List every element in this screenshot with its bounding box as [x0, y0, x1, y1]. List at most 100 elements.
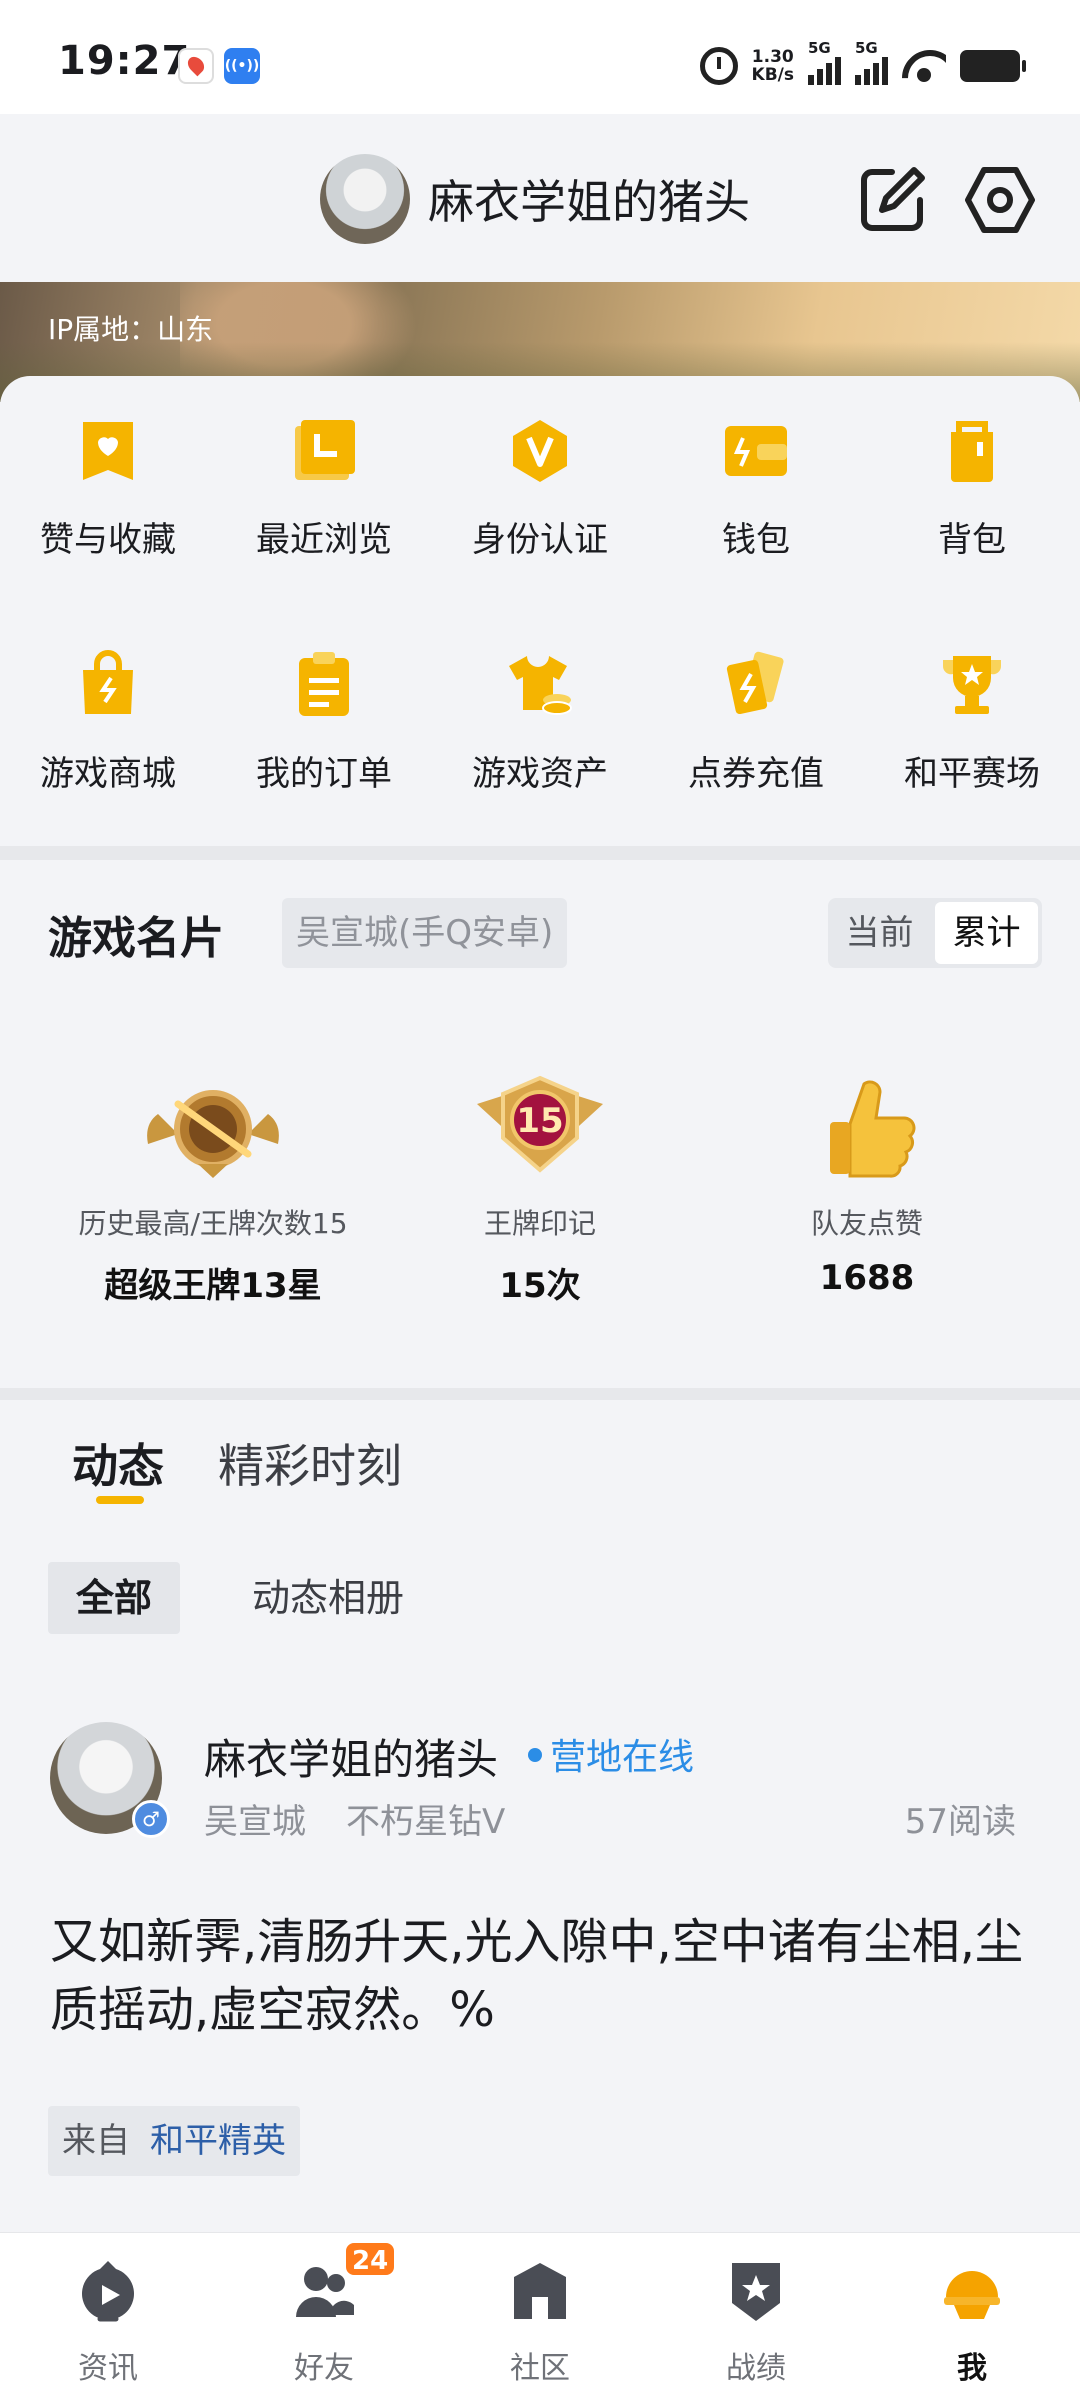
ace-mark-badge-icon: 15 [477, 1075, 603, 1173]
online-status: 营地在线 [550, 1737, 695, 1778]
menu-item-coupon[interactable]: 点券充值 [648, 650, 864, 820]
asset-shirt-icon [509, 656, 572, 715]
menu-label: 点券充值 [688, 754, 824, 794]
status-bar: 19:27 ((•)) 1.30 KB/s 5G 5G [0, 0, 1080, 114]
like-collect-icon [83, 422, 133, 480]
tab-dynamic[interactable]: 动态 [72, 1430, 164, 1496]
stat-value: 超级王牌13星 [104, 1266, 322, 1306]
menu-label: 赞与收藏 [40, 520, 176, 560]
menu-item-arena[interactable]: 和平赛场 [864, 650, 1080, 820]
post-source[interactable]: 来自 和平精英 [48, 2106, 300, 2176]
active-tab-indicator [96, 1496, 144, 1504]
ace-rank-badge-icon [147, 1090, 279, 1178]
stat-label: 王牌印记 [483, 1207, 596, 1240]
me-helmet-icon [944, 2271, 1000, 2319]
nav-item-news[interactable]: 资讯 [0, 2233, 216, 2400]
menu-label: 最近浏览 [256, 520, 392, 560]
filter-all[interactable]: 全部 [48, 1562, 180, 1634]
menu-item-wallet[interactable]: 钱包 [648, 416, 864, 586]
signal-icon: 5G [808, 39, 841, 85]
stat-value: 1688 [819, 1258, 915, 1298]
alarm-icon [699, 47, 738, 85]
bottom-navigation: 资讯 24 好友 社区 战绩 我 [0, 2232, 1080, 2400]
filter-album[interactable]: 动态相册 [252, 1562, 404, 1634]
game-card-title: 游戏名片 [48, 913, 224, 964]
nav-label: 社区 [510, 2351, 570, 2386]
menu-label: 游戏资产 [472, 754, 608, 794]
signal-label-1: 5G [808, 39, 831, 57]
friends-badge: 24 [344, 2241, 397, 2277]
source-prefix: 来自 [62, 2121, 130, 2161]
recent-icon [295, 420, 355, 480]
nav-label: 战绩 [726, 2351, 786, 2386]
period-toggle: 当前 累计 [828, 898, 1042, 968]
stat-label: 历史最高/王牌次数15 [78, 1207, 348, 1240]
order-icon [299, 652, 349, 716]
source-game: 和平精英 [150, 2121, 286, 2161]
status-right-group: 1.30 KB/s 5G 5G [699, 39, 1026, 88]
menu-item-shop[interactable]: 游戏商城 [0, 650, 216, 820]
toggle-total[interactable]: 累计 [935, 902, 1038, 964]
menu-item-backpack[interactable]: 背包 [864, 416, 1080, 586]
signal-icon-2: 5G [855, 39, 888, 85]
status-time: 19:27 [58, 38, 191, 84]
signal-label-2: 5G [855, 39, 878, 57]
shop-bag-icon [83, 650, 133, 714]
menu-item-assets[interactable]: 游戏资产 [432, 650, 648, 820]
community-house-icon [514, 2263, 566, 2319]
menu-label: 钱包 [722, 520, 790, 560]
menu-item-orders[interactable]: 我的订单 [216, 650, 432, 820]
news-play-icon [82, 2261, 134, 2322]
post-read-count: 57阅读 [904, 1802, 1016, 1842]
nav-item-community[interactable]: 社区 [432, 2233, 648, 2400]
toggle-current[interactable]: 当前 [828, 898, 931, 968]
edit-icon[interactable] [858, 164, 928, 234]
section-divider [0, 1388, 1080, 1400]
menu-item-verify[interactable]: 身份认证 [432, 416, 648, 586]
post-server: 吴宣城 [204, 1802, 306, 1842]
profile-username: 麻衣学姐的猪头 [428, 175, 750, 229]
post-content[interactable]: 又如新霁,清肠升天,光入隙中,空中诸有尘相,尘质摇动,虚空寂然。% [50, 1908, 1040, 2044]
ip-location: IP属地：山东 [48, 313, 214, 346]
trophy-icon [942, 656, 1002, 714]
nav-item-me[interactable]: 我 [864, 2233, 1080, 2400]
menu-label: 背包 [938, 520, 1006, 560]
broadcast-notification-icon: ((•)) [224, 48, 260, 84]
menu-label: 身份认证 [472, 520, 608, 560]
backpack-icon [951, 421, 993, 482]
record-shield-icon [732, 2263, 780, 2321]
stat-label: 队友点赞 [810, 1207, 923, 1240]
settings-icon[interactable] [964, 164, 1036, 236]
nav-label: 我 [957, 2351, 987, 2386]
network-speed: 1.30 KB/s [752, 48, 794, 84]
menu-label: 和平赛场 [904, 754, 1040, 794]
nav-item-record[interactable]: 战绩 [648, 2233, 864, 2400]
nav-label: 好友 [294, 2351, 354, 2386]
avatar[interactable] [320, 154, 410, 244]
stat-highest-rank[interactable]: 历史最高/王牌次数15 超级王牌13星 [48, 1074, 378, 1307]
feed-section: 动态 精彩时刻 全部 动态相册 ♂ 麻衣学姐的猪头 营地在线 吴宣城 不朽星钻Ⅴ … [0, 1400, 1080, 2230]
male-gender-icon: ♂ [132, 1800, 170, 1838]
menu-label: 游戏商城 [40, 754, 176, 794]
network-speed-unit: KB/s [751, 65, 794, 85]
network-speed-value: 1.30 [751, 47, 794, 67]
nav-label: 资讯 [78, 2351, 138, 2386]
menu-item-like-collect[interactable]: 赞与收藏 [0, 416, 216, 586]
post-author-name[interactable]: 麻衣学姐的猪头 [204, 1726, 498, 1787]
nav-item-friends[interactable]: 24 好友 [216, 2233, 432, 2400]
coupon-cards-icon [726, 651, 784, 715]
stat-teammate-likes[interactable]: 队友点赞 1688 [702, 1074, 1032, 1298]
ace-mark-number: 15 [516, 1101, 563, 1141]
shortcut-menu: 赞与收藏 最近浏览 身份认证 钱包 背包 游戏商城 我的订单 游戏资产 点券充值… [0, 376, 1080, 846]
menu-item-recent[interactable]: 最近浏览 [216, 416, 432, 586]
tab-highlights[interactable]: 精彩时刻 [218, 1430, 402, 1496]
profile-header: 麻衣学姐的猪头 [0, 114, 1080, 282]
stat-ace-mark[interactable]: 15 王牌印记 15次 [375, 1074, 705, 1307]
map-notification-icon [178, 48, 214, 84]
post-rank: 不朽星钻Ⅴ [346, 1802, 506, 1842]
game-card: 游戏名片 吴宣城(手Q安卓) 当前 累计 历史最高/王牌次数15 超级王牌13星… [0, 860, 1080, 1388]
verify-icon [513, 420, 567, 482]
server-selector[interactable]: 吴宣城(手Q安卓) [282, 898, 568, 968]
thumbs-up-icon [830, 1080, 916, 1178]
wifi-icon [902, 50, 946, 82]
